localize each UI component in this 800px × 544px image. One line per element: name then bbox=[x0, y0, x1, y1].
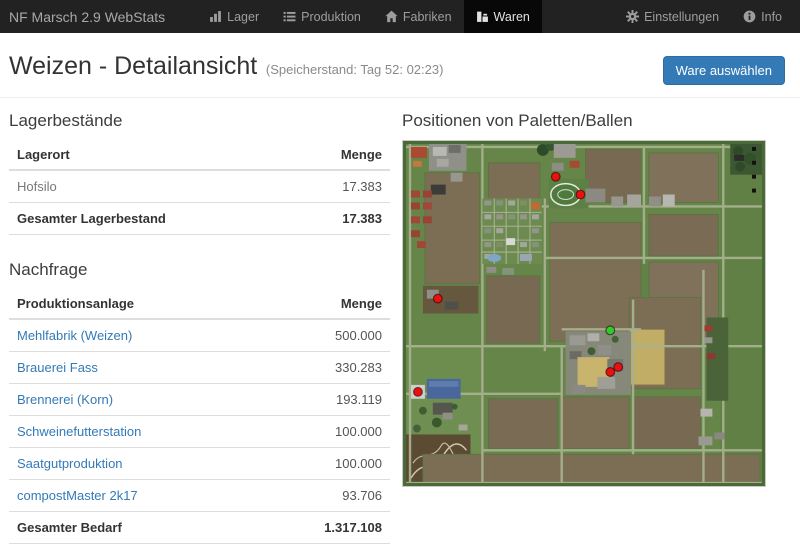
table-total-row: Gesamter Lagerbestand17.383 bbox=[9, 203, 390, 235]
storage-table: Lagerort Menge Hofsilo 17.383Gesamter Lag… bbox=[9, 140, 390, 235]
farm-map bbox=[403, 141, 765, 486]
amount-value: 93.706 bbox=[259, 480, 390, 512]
nav-item-label: Fabriken bbox=[403, 10, 452, 24]
pallet-marker bbox=[606, 368, 615, 377]
nav-item-info[interactable]: Info bbox=[731, 0, 794, 33]
production-link[interactable]: Brennerei (Korn) bbox=[17, 392, 113, 407]
map-farm-complex bbox=[566, 331, 631, 394]
nav-item-produktion[interactable]: Produktion bbox=[271, 0, 373, 33]
table-row: compostMaster 2k17 93.706 bbox=[9, 480, 390, 512]
page-title: Weizen - Detailansicht bbox=[9, 52, 257, 80]
info-icon bbox=[743, 10, 756, 23]
nav-item-lager[interactable]: Lager bbox=[197, 0, 271, 33]
total-value: 1.317.108 bbox=[259, 512, 390, 544]
map-heading: Positionen von Paletten/Ballen bbox=[402, 111, 790, 131]
gear-icon bbox=[626, 10, 639, 23]
map-column: Positionen von Paletten/Ballen bbox=[390, 98, 790, 544]
table-row: Schweinefutterstation 100.000 bbox=[9, 416, 390, 448]
total-label: Gesamter Lagerbestand bbox=[9, 203, 292, 235]
amount-value: 100.000 bbox=[259, 448, 390, 480]
production-link[interactable]: Mehlfabrik (Weizen) bbox=[17, 328, 132, 343]
pallet-marker bbox=[433, 294, 442, 303]
goods-icon bbox=[476, 10, 489, 23]
nav-item-label: Waren bbox=[494, 10, 530, 24]
table-row: Brauerei Fass 330.283 bbox=[9, 352, 390, 384]
navbar: NF Marsch 2.9 WebStats Lager Produktion … bbox=[0, 0, 800, 33]
column-header: Menge bbox=[292, 140, 390, 170]
amount-value: 193.119 bbox=[259, 384, 390, 416]
column-header: Produktionsanlage bbox=[9, 289, 259, 319]
total-label: Gesamter Bedarf bbox=[9, 512, 259, 544]
table-total-row: Gesamter Bedarf1.317.108 bbox=[9, 512, 390, 544]
app-brand[interactable]: NF Marsch 2.9 WebStats bbox=[0, 0, 179, 33]
page-subtitle: (Speicherstand: Tag 52: 02:23) bbox=[266, 62, 444, 77]
storage-location-label: Hofsilo bbox=[17, 179, 57, 194]
detail-column: Lagerbestände Lagerort Menge Hofsilo 17.3… bbox=[9, 98, 390, 544]
total-value: 17.383 bbox=[292, 203, 390, 235]
production-link[interactable]: Brauerei Fass bbox=[17, 360, 98, 375]
nav-item-fabriken[interactable]: Fabriken bbox=[373, 0, 464, 33]
pallet-marker bbox=[414, 387, 423, 396]
demand-table: Produktionsanlage Menge Mehlfabrik (Weiz… bbox=[9, 289, 390, 544]
table-row: Mehlfabrik (Weizen) 500.000 bbox=[9, 319, 390, 352]
nav-item-label: Einstellungen bbox=[644, 10, 719, 24]
demand-heading: Nachfrage bbox=[9, 260, 390, 280]
map-village bbox=[482, 199, 541, 275]
player-marker bbox=[606, 326, 615, 335]
nav-item-label: Produktion bbox=[301, 10, 361, 24]
nav-menu-right: Einstellungen Info bbox=[614, 0, 794, 33]
amount-value: 100.000 bbox=[259, 416, 390, 448]
table-row: Saatgutproduktion 100.000 bbox=[9, 448, 390, 480]
table-row: Hofsilo 17.383 bbox=[9, 170, 390, 203]
home-icon bbox=[385, 10, 398, 23]
production-link[interactable]: compostMaster 2k17 bbox=[17, 488, 138, 503]
nav-item-label: Lager bbox=[227, 10, 259, 24]
map-small-farm-w bbox=[423, 286, 479, 314]
list-icon bbox=[283, 10, 296, 23]
select-ware-button[interactable]: Ware auswählen bbox=[663, 56, 785, 85]
column-header: Lagerort bbox=[9, 140, 292, 170]
pallet-marker bbox=[614, 363, 623, 372]
amount-value: 330.283 bbox=[259, 352, 390, 384]
amount-value: 17.383 bbox=[292, 170, 390, 203]
nav-item-einstellungen[interactable]: Einstellungen bbox=[614, 0, 731, 33]
nav-menu: Lager Produktion Fabriken Waren bbox=[197, 0, 542, 33]
column-header: Menge bbox=[259, 289, 390, 319]
map-image bbox=[402, 140, 766, 487]
amount-value: 500.000 bbox=[259, 319, 390, 352]
nav-item-waren[interactable]: Waren bbox=[464, 0, 542, 33]
nav-item-label: Info bbox=[761, 10, 782, 24]
storage-heading: Lagerbestände bbox=[9, 111, 390, 131]
table-row: Brennerei (Korn) 193.119 bbox=[9, 384, 390, 416]
page-header: Weizen - Detailansicht (Speicherstand: T… bbox=[0, 33, 800, 98]
production-link[interactable]: Schweinefutterstation bbox=[17, 424, 141, 439]
bar-chart-icon bbox=[209, 10, 222, 23]
pallet-marker bbox=[551, 172, 560, 181]
pallet-marker bbox=[576, 190, 585, 199]
production-link[interactable]: Saatgutproduktion bbox=[17, 456, 123, 471]
